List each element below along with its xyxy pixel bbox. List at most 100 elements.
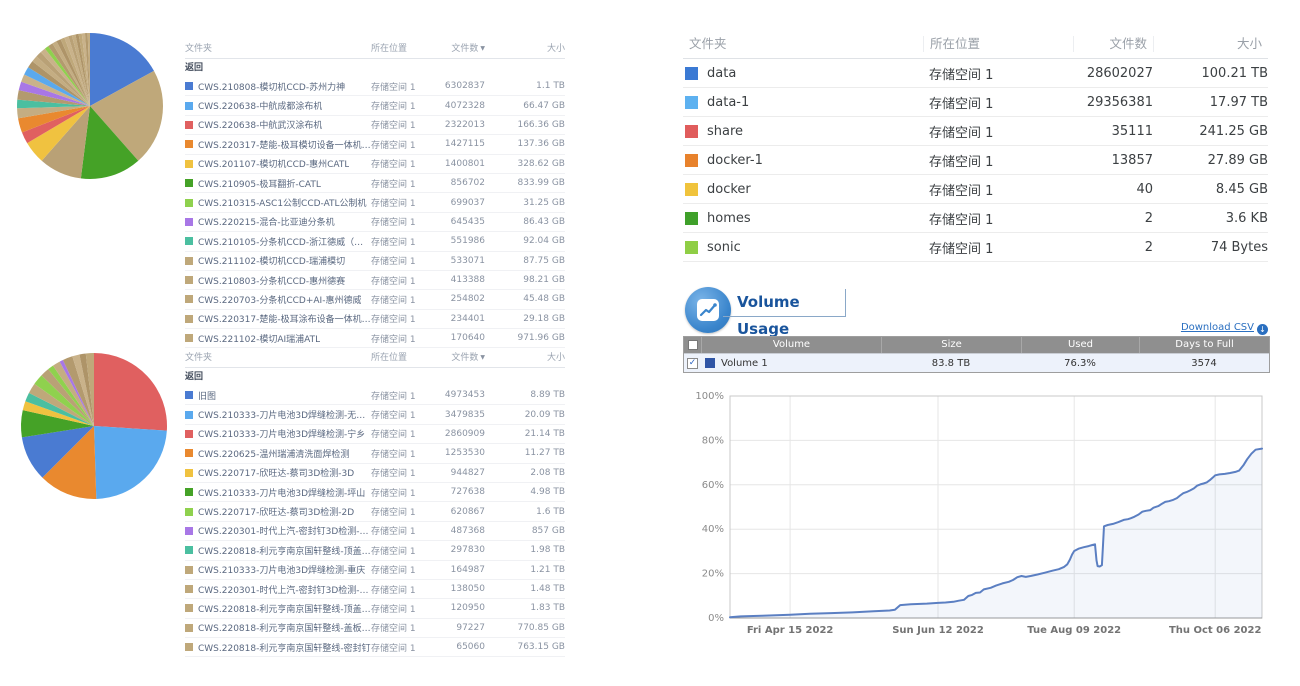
- folder-name: CWS.220317-楚能-极耳涂布设备一体机-克拉: [198, 312, 371, 325]
- folder-name: CWS.220638-中航武汉涂布机: [198, 118, 322, 131]
- folder-file-count: 1400801: [433, 159, 485, 169]
- col-files[interactable]: 文件数: [1073, 36, 1153, 52]
- folder-name: data: [707, 66, 736, 81]
- folder-location: 存储空间 1: [371, 274, 433, 287]
- table-row[interactable]: CWS.210333-刀片电池3D焊缝检测-坪山存储空间 17276384.98…: [185, 483, 565, 502]
- table-row[interactable]: data存储空间 128602027100.21 TB: [683, 59, 1268, 88]
- table-row[interactable]: CWS.220638-中航武汉涂布机存储空间 12322013166.36 GB: [185, 116, 565, 135]
- table-row[interactable]: CWS.220818-利元亨南京国轩整线-顶盖焊-2D存储空间 11209501…: [185, 599, 565, 618]
- folder-location: 存储空间 1: [371, 602, 433, 615]
- table-body: data存储空间 128602027100.21 TBdata-1存储空间 12…: [683, 59, 1268, 262]
- usage-area: [730, 449, 1262, 618]
- folder-file-count: 164987: [433, 565, 485, 575]
- folder-name: share: [707, 124, 743, 139]
- back-link[interactable]: 返回: [185, 368, 565, 386]
- table-row[interactable]: CWS.220703-分条机CCD+AI-惠州德威存储空间 125480245.…: [185, 290, 565, 309]
- col-volume: Volume: [701, 337, 881, 353]
- folder-location: 存储空间 1: [923, 209, 1073, 228]
- table-row[interactable]: CWS.210333-刀片电池3D焊缝检测-无为-2期存储空间 13479835…: [185, 405, 565, 424]
- table-row[interactable]: CWS.210333-刀片电池3D焊缝检测-重庆存储空间 11649871.21…: [185, 561, 565, 580]
- folder-name: 旧图: [198, 389, 216, 402]
- folder-name: CWS.220818-利元亨南京国轩整线-盖板激光焊质量...: [198, 621, 371, 634]
- folder-size: 21.14 TB: [485, 429, 565, 439]
- table-row[interactable]: CWS.210808-模切机CCD-苏州力神存储空间 163028371.1 T…: [185, 77, 565, 96]
- table-row[interactable]: CWS.210333-刀片电池3D焊缝检测-宁乡存储空间 1286090921.…: [185, 425, 565, 444]
- table-row[interactable]: CWS.201107-模切机CCD-惠州CATL存储空间 11400801328…: [185, 155, 565, 174]
- table-row[interactable]: share存储空间 135111241.25 GB: [683, 117, 1268, 146]
- folder-size: 29.18 GB: [485, 314, 565, 324]
- table-row[interactable]: CWS.220717-欣旺达-蔡司3D检测-3D存储空间 19448272.08…: [185, 464, 565, 483]
- col-location[interactable]: 所在位置: [371, 41, 433, 54]
- table-row[interactable]: CWS.220818-利元亨南京国轩整线-密封钉存储空间 165060763.1…: [185, 638, 565, 657]
- row-checkbox[interactable]: ✓: [684, 357, 701, 369]
- table-row[interactable]: docker存储空间 1408.45 GB: [683, 175, 1268, 204]
- table-row[interactable]: CWS.220638-中航成都涂布机存储空间 1407232866.47 GB: [185, 96, 565, 115]
- folder-name: CWS.210315-ASC1公制CCD-ATL公制机: [198, 196, 367, 209]
- back-link[interactable]: 返回: [185, 59, 565, 77]
- folder-location: 存储空间 1: [371, 118, 433, 131]
- folder-file-count: 413388: [433, 275, 485, 285]
- color-swatch: [185, 276, 193, 284]
- folder-location: 存储空间 1: [923, 122, 1073, 141]
- table-row[interactable]: CWS.220818-利元亨南京国轩整线-盖板激光焊质量...存储空间 1972…: [185, 619, 565, 638]
- folder-size: 8.89 TB: [485, 390, 565, 400]
- select-all-checkbox[interactable]: [684, 337, 701, 353]
- col-size[interactable]: 大小: [1153, 36, 1268, 52]
- table-row[interactable]: CWS.220625-温州瑞浦清洗面焊检测存储空间 1125353011.27 …: [185, 444, 565, 463]
- volume-usage-line-chart: 0%20%40%60%80%100%Fri Apr 15 2022Sun Jun…: [686, 388, 1268, 646]
- col-files[interactable]: 文件数▼: [433, 350, 485, 363]
- table-row[interactable]: CWS.210803-分条机CCD-惠州德赛存储空间 141338898.21 …: [185, 271, 565, 290]
- y-axis-label: 0%: [708, 613, 724, 624]
- folder-table-bottom-left: 文件夹 所在位置 文件数▼ 大小 返回 旧图存储空间 149734538.89 …: [185, 345, 565, 657]
- folder-location: 存储空间 1: [923, 93, 1073, 112]
- color-swatch: [185, 391, 193, 399]
- table-row[interactable]: CWS.220317-楚能-极耳模切设备一体机-缺陷检测存储空间 1142711…: [185, 135, 565, 154]
- folder-size: 31.25 GB: [485, 198, 565, 208]
- y-axis-label: 40%: [702, 524, 724, 535]
- color-swatch: [685, 241, 698, 254]
- table-row[interactable]: CWS.220717-欣旺达-蔡司3D检测-2D存储空间 16208671.6 …: [185, 502, 565, 521]
- folder-size: 86.43 GB: [485, 217, 565, 227]
- color-swatch: [185, 488, 193, 496]
- table-row[interactable]: homes存储空间 123.6 KB: [683, 204, 1268, 233]
- table-header: 文件夹 所在位置 文件数 大小: [683, 30, 1268, 59]
- table-row[interactable]: sonic存储空间 1274 Bytes: [683, 233, 1268, 262]
- col-location[interactable]: 所在位置: [923, 36, 1073, 52]
- table-row[interactable]: CWS.220317-楚能-极耳涂布设备一体机-克拉存储空间 123440129…: [185, 310, 565, 329]
- col-folder[interactable]: 文件夹: [185, 41, 371, 54]
- col-folder[interactable]: 文件夹: [683, 36, 923, 52]
- folder-location: 存储空间 1: [371, 466, 433, 479]
- folder-name: CWS.220703-分条机CCD+AI-惠州德威: [198, 293, 361, 306]
- table-row[interactable]: CWS.210905-极耳翻折-CATL存储空间 1856702833.99 G…: [185, 174, 565, 193]
- folder-location: 存储空间 1: [371, 505, 433, 518]
- download-icon: ↓: [1257, 324, 1268, 335]
- col-folder[interactable]: 文件夹: [185, 350, 371, 363]
- col-files[interactable]: 文件数▼: [433, 41, 485, 54]
- volume-row[interactable]: ✓ Volume 1 83.8 TB 76.3% 3574: [684, 353, 1269, 372]
- folder-file-count: 120950: [433, 603, 485, 613]
- col-size[interactable]: 大小: [485, 41, 565, 54]
- download-csv-link[interactable]: Download CSV↓: [1150, 322, 1268, 335]
- table-row[interactable]: data-1存储空间 12935638117.97 TB: [683, 88, 1268, 117]
- folder-location: 存储空间 1: [371, 389, 433, 402]
- table-row[interactable]: CWS.210105-分条机CCD-浙江德威（兰溪）存储空间 155198692…: [185, 232, 565, 251]
- col-used: Used: [1021, 337, 1139, 353]
- table-row[interactable]: CWS.211102-模切机CCD-瑞浦模切存储空间 153307187.75 …: [185, 252, 565, 271]
- color-swatch: [185, 102, 193, 110]
- table-row[interactable]: CWS.210315-ASC1公制CCD-ATL公制机存储空间 16990373…: [185, 193, 565, 212]
- folder-file-count: 13857: [1073, 153, 1153, 168]
- table-row[interactable]: CWS.220215-混合-比亚迪分条机存储空间 164543586.43 GB: [185, 213, 565, 232]
- table-row[interactable]: CWS.220301-时代上汽-密封钉3D检测-2D存储空间 11380501.…: [185, 580, 565, 599]
- folder-file-count: 254802: [433, 294, 485, 304]
- x-axis-label: Fri Apr 15 2022: [747, 625, 834, 636]
- folder-location: 存储空间 1: [371, 427, 433, 440]
- table-row[interactable]: docker-1存储空间 11385727.89 GB: [683, 146, 1268, 175]
- folder-table-top-left: 文件夹 所在位置 文件数▼ 大小 返回 CWS.210808-模切机CCD-苏州…: [185, 36, 565, 348]
- color-swatch: [185, 430, 193, 438]
- table-row[interactable]: CWS.220818-利元亨南京国轩整线-顶盖焊-3D存储空间 12978301…: [185, 541, 565, 560]
- table-row[interactable]: CWS.220301-时代上汽-密封钉3D检测-3D存储空间 148736885…: [185, 522, 565, 541]
- col-size[interactable]: 大小: [485, 350, 565, 363]
- col-location[interactable]: 所在位置: [371, 350, 433, 363]
- folder-file-count: 3479835: [433, 410, 485, 420]
- table-row[interactable]: 旧图存储空间 149734538.89 TB: [185, 386, 565, 405]
